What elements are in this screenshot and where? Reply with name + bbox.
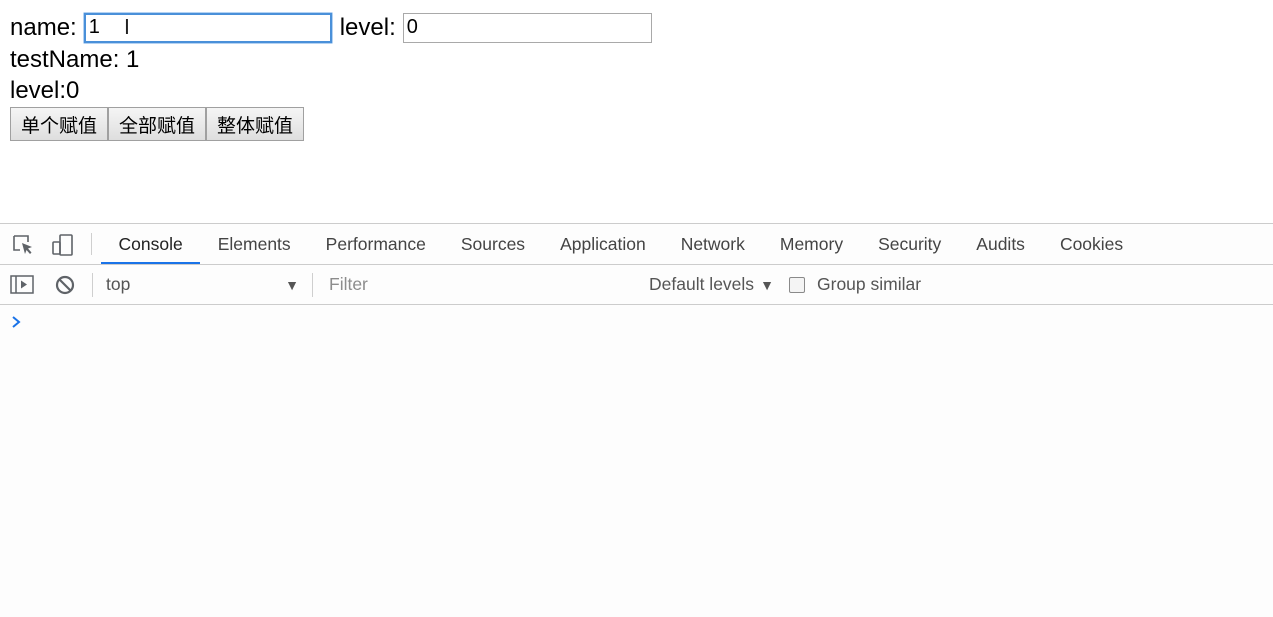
assign-whole-button[interactable]: 整体赋值 <box>206 107 305 141</box>
inspect-element-icon[interactable] <box>11 233 35 257</box>
tab-cookies[interactable]: Cookies <box>1042 224 1140 264</box>
tab-application[interactable]: Application <box>543 224 664 264</box>
name-label: name: <box>10 13 77 41</box>
log-levels-dropdown[interactable]: Default levels ▼ <box>649 274 774 295</box>
tab-performance[interactable]: Performance <box>308 224 443 264</box>
assign-single-button[interactable]: 单个赋值 <box>10 107 109 141</box>
tab-memory[interactable]: Memory <box>762 224 860 264</box>
page-content: name: level: I testName: 1 level:0 单个赋值 … <box>0 0 1273 223</box>
devtools-tabbar: Console Elements Performance Sources App… <box>0 224 1273 265</box>
context-selector[interactable]: top ▼ <box>106 265 302 304</box>
assign-all-button[interactable]: 全部赋值 <box>108 107 207 141</box>
clear-console-icon[interactable] <box>53 274 77 296</box>
button-row: 单个赋值 全部赋值 整体赋值 <box>10 107 305 141</box>
tab-security[interactable]: Security <box>861 224 959 264</box>
show-sidebar-icon[interactable] <box>10 274 34 296</box>
group-similar-checkbox[interactable] <box>789 276 805 293</box>
console-output[interactable] <box>0 305 1273 617</box>
toolbar-divider <box>312 273 313 297</box>
log-levels-label: Default levels <box>649 274 755 294</box>
form-row: name: level: <box>10 11 652 44</box>
dropdown-arrow-icon: ▼ <box>285 277 299 293</box>
group-similar-toggle[interactable]: Group similar <box>789 274 921 295</box>
tab-audits[interactable]: Audits <box>959 224 1043 264</box>
console-toolbar: top ▼ Default levels ▼ Group similar <box>0 265 1273 305</box>
group-similar-label: Group similar <box>817 274 922 294</box>
text-cursor-icon: I <box>124 15 130 39</box>
tab-sources[interactable]: Sources <box>443 224 542 264</box>
level-input[interactable] <box>402 12 652 43</box>
console-prompt-icon <box>10 314 24 330</box>
devtools-tabs: Console Elements Performance Sources App… <box>101 224 1141 264</box>
filter-input[interactable] <box>322 270 622 299</box>
name-input[interactable] <box>83 12 332 43</box>
context-value: top <box>106 274 131 294</box>
dropdown-arrow-icon: ▼ <box>760 277 774 293</box>
devtools-panel: Console Elements Performance Sources App… <box>0 223 1273 617</box>
tab-network[interactable]: Network <box>663 224 762 264</box>
toolbar-divider <box>92 273 93 297</box>
tab-console[interactable]: Console <box>101 224 201 264</box>
level-label: level: <box>339 13 396 41</box>
level-output: level:0 <box>10 77 80 104</box>
test-name-output: testName: 1 <box>10 46 140 73</box>
device-toolbar-icon[interactable] <box>51 233 75 257</box>
tabbar-divider <box>91 233 92 255</box>
tab-elements[interactable]: Elements <box>200 224 308 264</box>
